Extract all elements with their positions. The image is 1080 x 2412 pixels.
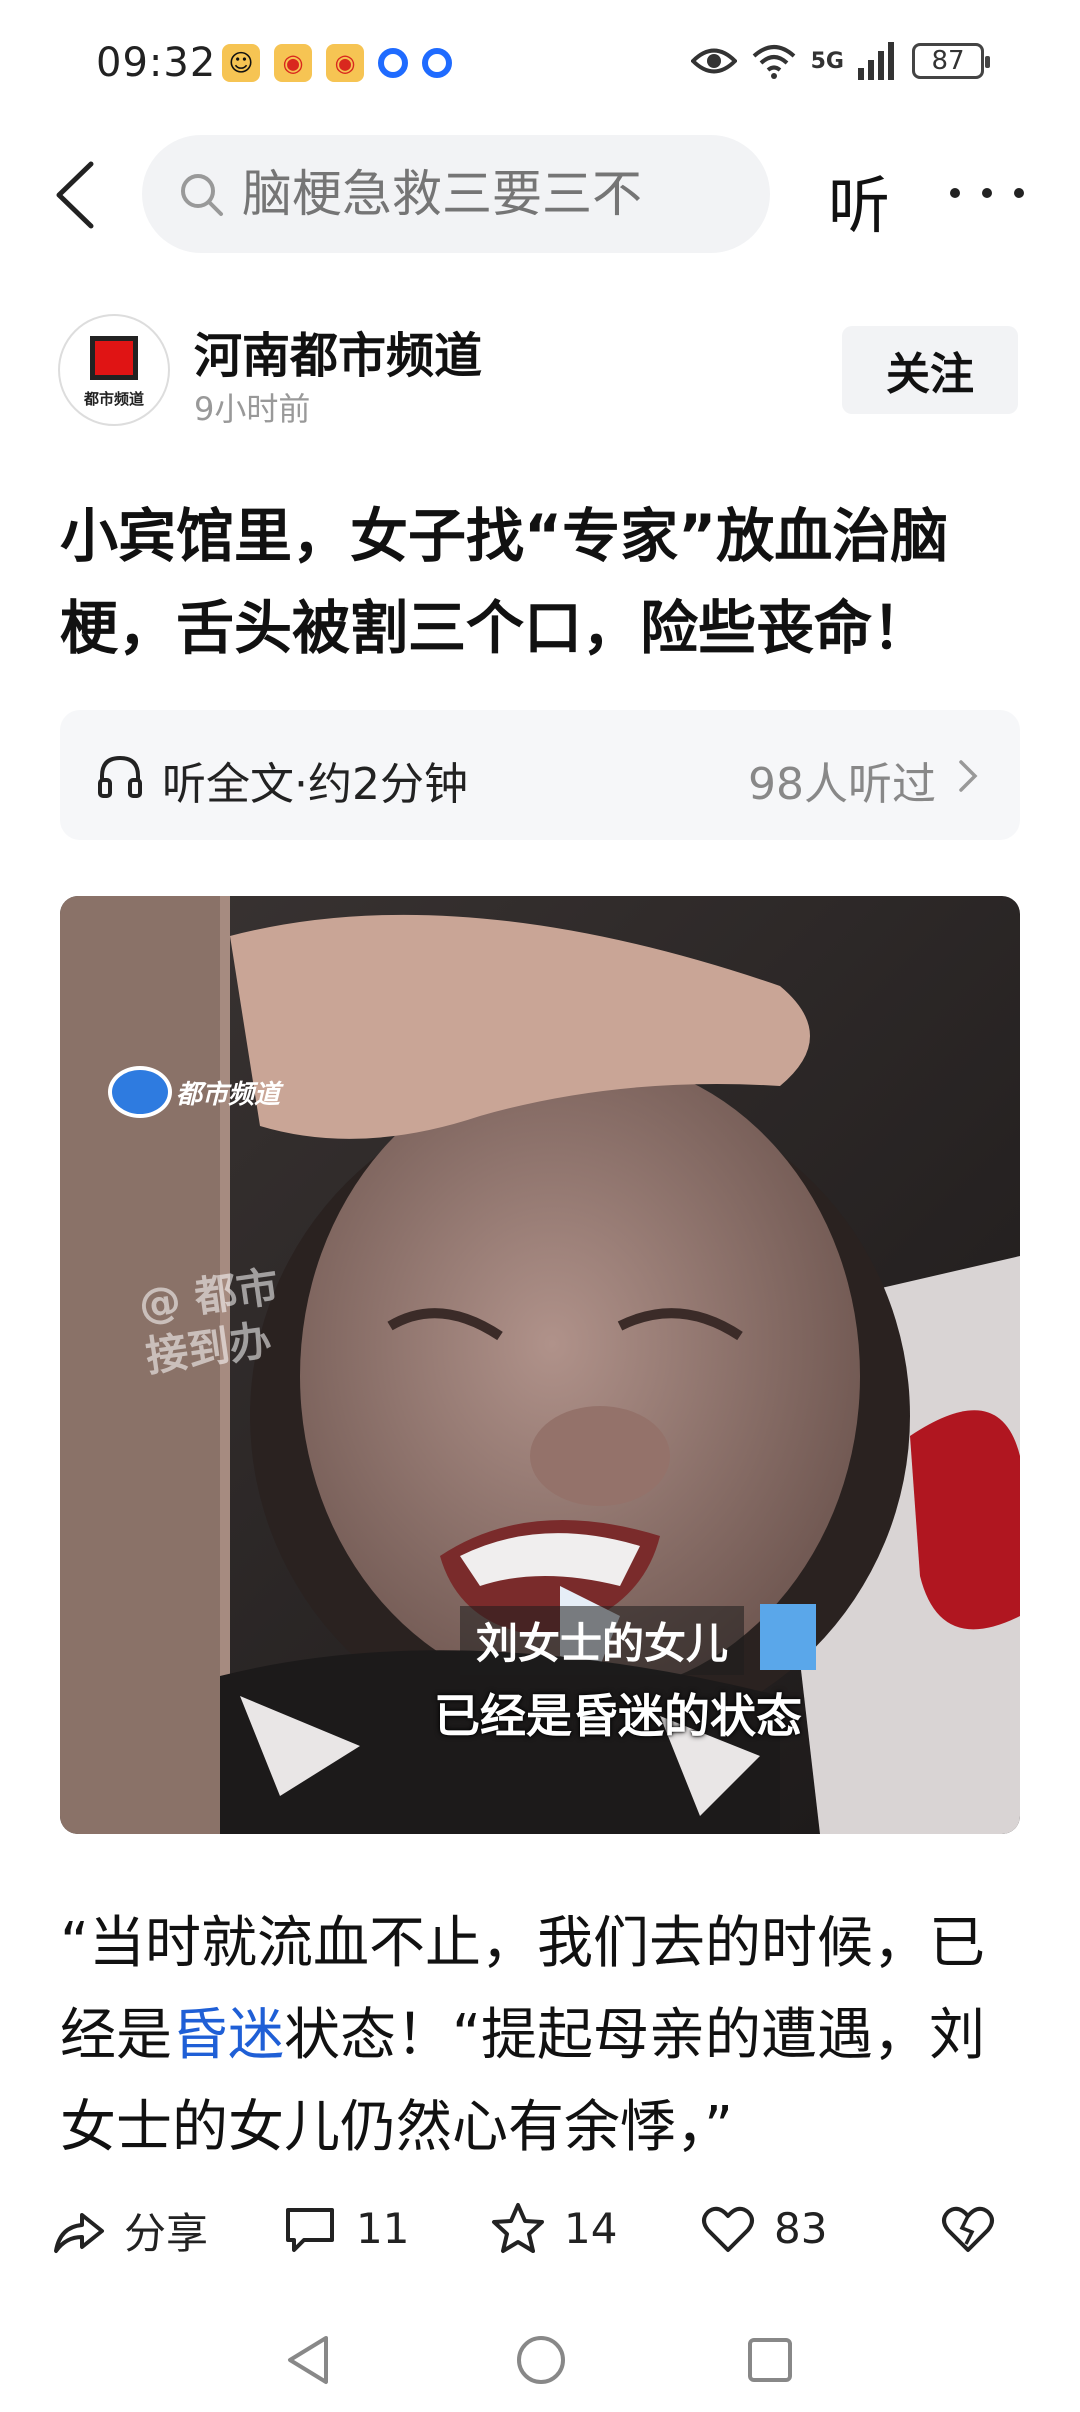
dislike-button[interactable] [940,2200,996,2256]
nav-back-icon[interactable] [282,2332,334,2388]
status-time: 09:32 [96,40,217,86]
comment-count: 11 [356,2203,410,2253]
favorite-button[interactable]: 14 [490,2200,617,2256]
ring-notification-icon [378,48,408,78]
broken-heart-icon [942,2206,994,2252]
eye-icon [690,48,737,74]
nav-home-icon[interactable] [514,2332,568,2388]
headphones-icon [98,755,142,798]
nav-recents-icon[interactable] [744,2332,796,2388]
search-box[interactable] [142,135,770,253]
body-keyword-link[interactable]: 昏迷 [172,2003,284,2068]
ring-notification-icon [422,48,452,78]
channel-watermark: 都市频道 [108,1066,280,1118]
weibo-icon: ◉ [326,44,364,82]
article-title: 小宾馆里，女子找“专家”放血治脑梗，舌头被割三个口，险些丧命！ [60,502,949,662]
more-options-button[interactable] [950,173,1024,213]
star-icon [492,2203,544,2253]
like-count: 83 [774,2203,828,2253]
watermark-text: 都市频道 [176,1079,281,1110]
listen-full-text-bar[interactable]: 听全文·约2分钟 98人听过 [60,710,1020,840]
back-button[interactable] [40,155,110,235]
favorite-count: 14 [564,2203,618,2253]
share-label: 分享 [124,2209,209,2258]
top-bar: 听 [0,135,1080,255]
signal-icon [858,42,894,80]
listen-label: 听全文·约2分钟 [162,759,468,810]
author-name[interactable]: 河南都市频道 [194,316,482,386]
battery-level: 87 [931,46,965,76]
like-button[interactable]: 83 [700,2200,827,2256]
avatar[interactable]: 都市频道 [58,314,170,426]
more-dot [1014,188,1024,198]
search-input[interactable] [242,165,722,223]
notification-icons: ☺ ◉ ◉ [222,44,452,82]
article-image[interactable]: 都市频道 @ 都市 接到办 刘女士的女儿 已经是昏迷的状态 [60,896,1020,1834]
listen-button[interactable]: 听 [828,155,890,245]
system-navigation-bar [0,2300,1080,2412]
system-icons: 5G 87 [690,42,990,80]
video-subtitle-line1: 刘女士的女儿 [460,1606,745,1675]
more-dot [950,188,960,198]
status-bar: 09:32 ☺ ◉ ◉ 5G 87 [0,0,1080,130]
author-row: 都市频道 河南都市频道 9小时前 关注 [58,310,1018,430]
back-arrow-icon [56,161,94,229]
share-icon [54,2212,104,2253]
comment-button[interactable]: 11 [282,2200,409,2256]
comment-icon [286,2208,334,2252]
subtitle-highlight-block [760,1604,816,1670]
publish-time: 9小时前 [194,390,311,428]
chevron-right-icon [959,760,978,792]
app-notification-icon: ☺ [222,44,260,82]
listen-count: 98人听过 [748,759,936,810]
avatar-text: 都市频道 [83,389,144,408]
article-body: “当时就流血不止，我们去的时候，已经是昏迷状态！“提起母亲的遭遇，刘女士的女儿仍… [60,1898,1020,2174]
more-dot [982,188,992,198]
share-button[interactable]: 分享 [50,2200,208,2261]
heart-icon [702,2206,754,2252]
video-subtitle-line2: 已经是昏迷的状态 [434,1689,802,1743]
wifi-icon [752,45,795,79]
network-type: 5G [810,48,844,74]
watermark-text-2: @ 都市 接到办 [135,1261,282,1382]
search-icon [181,174,223,216]
follow-button[interactable]: 关注 [842,326,1018,414]
weibo-icon: ◉ [274,44,312,82]
channel-logo-icon [108,1066,172,1118]
avatar-logo-mark [90,335,138,380]
action-bar: 分享 11 14 83 [0,2182,1080,2282]
battery-icon: 87 [912,43,990,79]
